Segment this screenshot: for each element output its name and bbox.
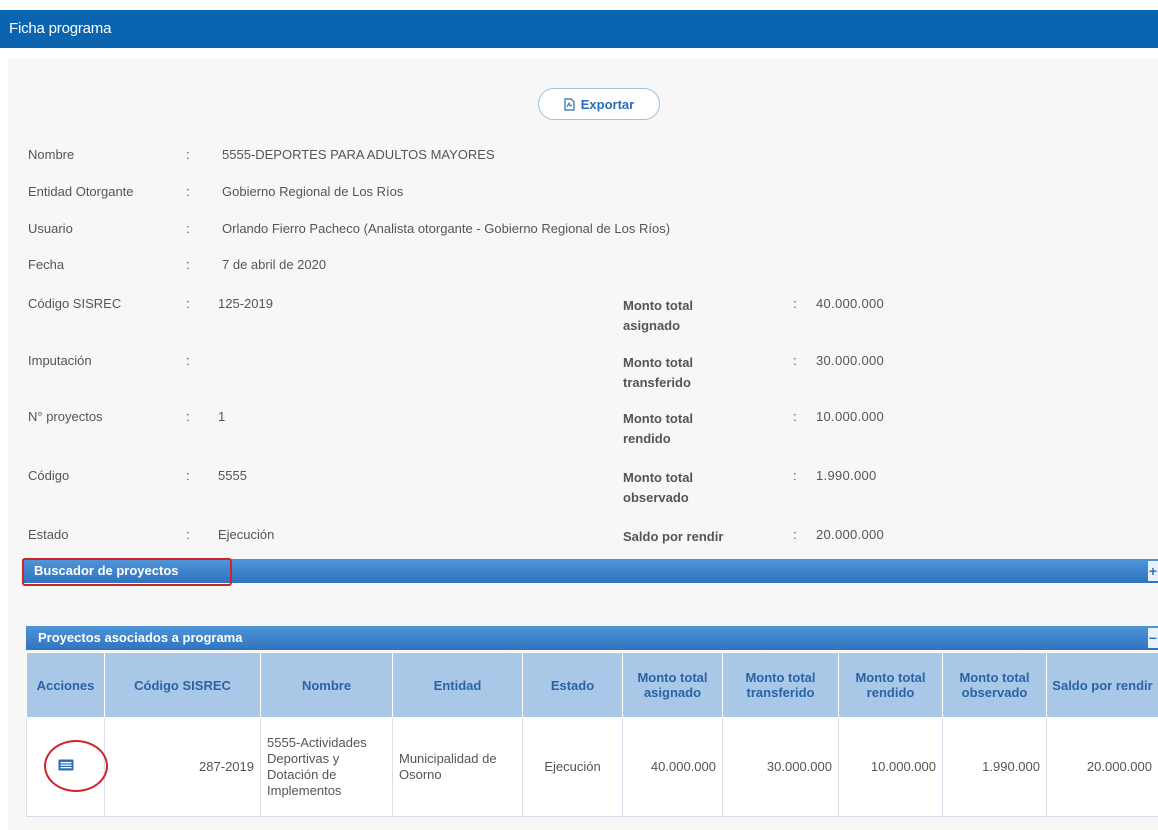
observado-cell: 1.990.000: [942, 717, 1047, 817]
pdf-icon: [564, 97, 575, 111]
saldo-cell: 20.000.000: [1046, 717, 1158, 817]
asignado-cell: 40.000.000: [622, 717, 723, 817]
column-header[interactable]: Monto total observado: [942, 652, 1047, 718]
export-button[interactable]: Exportar: [538, 88, 660, 120]
nombre-label: Nombre: [28, 147, 75, 162]
colon: :: [186, 221, 190, 236]
column-header[interactable]: Monto total rendido: [838, 652, 943, 718]
colon: :: [793, 353, 797, 368]
codigo-sisrec-label: Código SISREC: [28, 296, 122, 311]
expand-icon[interactable]: +: [1148, 561, 1158, 581]
rendido-cell: 10.000.000: [838, 717, 943, 817]
monto-rendido-label: Monto total rendido: [623, 411, 694, 446]
monto-rendido-value: 10.000.000: [816, 409, 885, 424]
column-header[interactable]: Nombre: [260, 652, 393, 718]
colon: :: [186, 184, 190, 199]
entidad-cell: Municipalidad de Osorno: [392, 717, 523, 817]
codigo-label: Código: [28, 468, 70, 483]
transferido-cell: 30.000.000: [722, 717, 839, 817]
usuario-value: Orlando Fierro Pacheco (Analista otorgan…: [222, 221, 671, 236]
proyectos-title: Proyectos asociados a programa: [38, 630, 243, 645]
estado-label: Estado: [28, 527, 69, 542]
saldo-label: Saldo por rendir: [623, 529, 724, 544]
monto-asignado-label: Monto total asignado: [623, 298, 694, 333]
column-header[interactable]: Entidad: [392, 652, 523, 718]
monto-asignado-value: 40.000.000: [816, 296, 885, 311]
monto-transferido-value: 30.000.000: [816, 353, 885, 368]
nombre-cell: 5555-Actividades Deportivas y Dotación d…: [260, 717, 393, 817]
codigo-cell: 287-2019: [104, 717, 261, 817]
column-header[interactable]: Código SISREC: [104, 652, 261, 718]
monto-observado-value: 1.990.000: [816, 468, 877, 483]
highlight-circle: [44, 740, 108, 792]
table-row: 287-2019 5555-Actividades Deportivas y D…: [26, 717, 1158, 817]
n-proyectos-value: 1: [218, 409, 226, 424]
imputacion-label: Imputación: [28, 353, 92, 368]
table-header-row: Acciones Código SISREC Nombre Entidad Es…: [26, 652, 1158, 718]
colon: :: [186, 353, 190, 368]
nombre-value: 5555-DEPORTES PARA ADULTOS MAYORES: [222, 147, 495, 162]
colon: :: [186, 296, 190, 311]
proyectos-table: Acciones Código SISREC Nombre Entidad Es…: [26, 652, 1158, 830]
colon: :: [793, 527, 797, 542]
n-proyectos-label: N° proyectos: [28, 409, 103, 424]
colon: :: [186, 527, 190, 542]
monto-transferido-label: Monto total transferido: [623, 355, 694, 390]
column-header[interactable]: Monto total transferido: [722, 652, 839, 718]
column-header[interactable]: Saldo por rendir: [1046, 652, 1158, 718]
list-view-icon[interactable]: [58, 759, 74, 771]
column-header[interactable]: Acciones: [26, 652, 105, 718]
colon: :: [186, 147, 190, 162]
colon: :: [186, 468, 190, 483]
estado-value: Ejecución: [218, 527, 275, 542]
actions-cell: [26, 717, 108, 817]
colon: :: [793, 409, 797, 424]
colon: :: [186, 409, 190, 424]
highlight-annotation: [22, 558, 232, 586]
monto-observado-label: Monto total observado: [623, 470, 694, 505]
export-label: Exportar: [580, 96, 635, 112]
entidad-label: Entidad Otorgante: [28, 184, 134, 199]
page-title: Ficha programa: [9, 20, 112, 37]
colon: :: [793, 296, 797, 311]
entidad-value: Gobierno Regional de Los Ríos: [222, 184, 404, 199]
usuario-label: Usuario: [28, 221, 73, 236]
saldo-value: 20.000.000: [816, 527, 885, 542]
column-header[interactable]: Estado: [522, 652, 623, 718]
codigo-value: 5555: [218, 468, 247, 483]
fecha-label: Fecha: [28, 257, 65, 272]
page-header: Ficha programa: [0, 10, 1158, 48]
collapse-icon[interactable]: −: [1148, 628, 1158, 648]
fecha-value: 7 de abril de 2020: [222, 257, 327, 272]
estado-cell: Ejecución: [522, 717, 623, 817]
proyectos-bar[interactable]: Proyectos asociados a programa −: [26, 626, 1158, 650]
colon: :: [186, 257, 190, 272]
column-header[interactable]: Monto total asignado: [622, 652, 723, 718]
codigo-sisrec-value: 125-2019: [218, 296, 273, 311]
program-sheet: Exportar Nombre : 5555-DEPORTES PARA ADU…: [8, 58, 1158, 830]
colon: :: [793, 468, 797, 483]
